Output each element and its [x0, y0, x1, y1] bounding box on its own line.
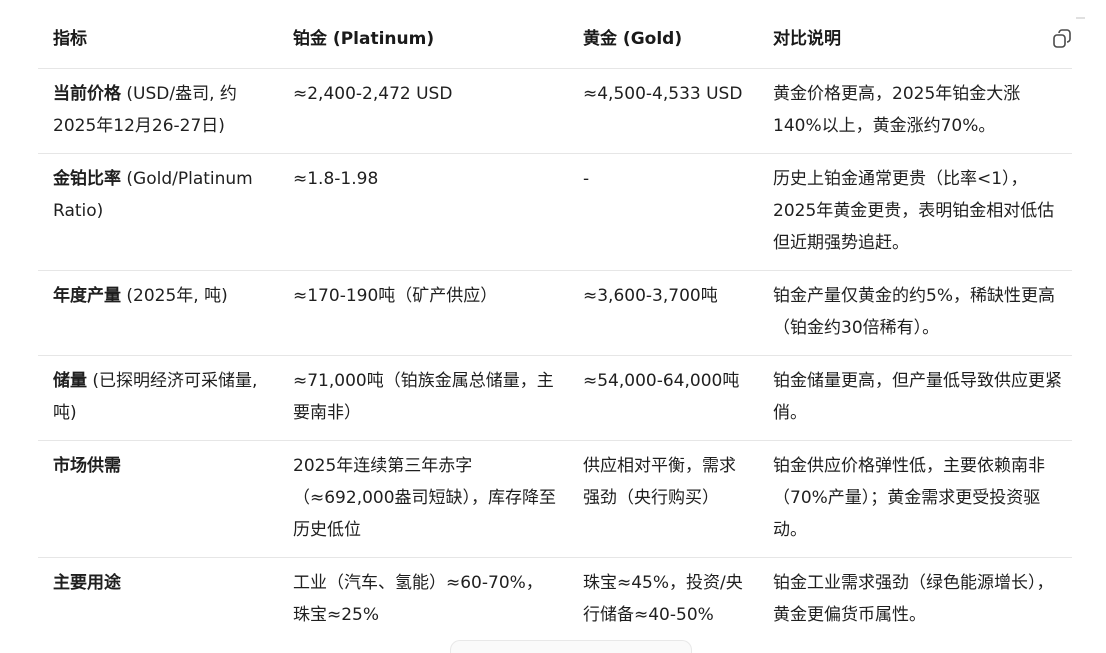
corner-mark-icon: [1074, 14, 1088, 33]
metric-name: 当前价格: [53, 84, 121, 104]
table-row: 储量 (已探明经济可采储量, 吨) ≈71,000吨（铂族金属总储量，主要南非）…: [38, 355, 1072, 441]
metric-cell: 主要用途: [38, 557, 278, 642]
metric-qualifier: (2025年, 吨): [121, 286, 228, 306]
metric-name: 储量: [53, 371, 87, 391]
gold-cell: 供应相对平衡，需求强劲（央行购买）: [568, 440, 758, 558]
metric-cell: 金铂比率 (Gold/Platinum Ratio): [38, 153, 278, 271]
gold-cell: ≈4,500-4,533 USD: [568, 68, 758, 154]
header-note: 对比说明: [773, 29, 841, 49]
metric-cell: 年度产量 (2025年, 吨): [38, 270, 278, 356]
platinum-cell: 2025年连续第三年赤字（≈692,000盎司短缺），库存降至历史低位: [278, 440, 568, 558]
header-platinum: 铂金 (Platinum): [293, 29, 435, 49]
metric-name: 年度产量: [53, 286, 121, 306]
note-cell: 铂金供应价格弹性低，主要依赖南非（70%产量）；黄金需求更受投资驱动。: [758, 440, 1072, 558]
platinum-cell: ≈170-190吨（矿产供应）: [278, 270, 568, 356]
metric-name: 金铂比率: [53, 169, 121, 189]
header-gold: 黄金 (Gold): [583, 29, 683, 49]
metric-cell: 储量 (已探明经济可采储量, 吨): [38, 355, 278, 441]
gold-cell: 珠宝≈45%，投资/央行储备≈40-50%: [568, 557, 758, 642]
table-row: 年度产量 (2025年, 吨) ≈170-190吨（矿产供应） ≈3,600-3…: [38, 270, 1072, 356]
comparison-table-container: 指标 铂金 (Platinum) 黄金 (Gold) 对比说明 当前价格 (US…: [38, 0, 1072, 642]
gold-cell: ≈54,000-64,000吨: [568, 355, 758, 441]
note-cell: 铂金工业需求强劲（绿色能源增长），黄金更偏货币属性。: [758, 557, 1072, 642]
platinum-cell: ≈2,400-2,472 USD: [278, 68, 568, 154]
table-header-row: 指标 铂金 (Platinum) 黄金 (Gold) 对比说明: [38, 0, 1072, 69]
gold-cell: -: [568, 153, 758, 271]
table-row: 金铂比率 (Gold/Platinum Ratio) ≈1.8-1.98 - 历…: [38, 153, 1072, 271]
platinum-cell: ≈71,000吨（铂族金属总储量，主要南非）: [278, 355, 568, 441]
metric-name: 主要用途: [53, 573, 121, 593]
platinum-cell: 工业（汽车、氢能）≈60-70%，珠宝≈25%: [278, 557, 568, 642]
metric-cell: 市场供需: [38, 440, 278, 558]
note-cell: 历史上铂金通常更贵（比率<1），2025年黄金更贵，表明铂金相对低估但近期强势追…: [758, 153, 1072, 271]
metric-name: 市场供需: [53, 456, 121, 476]
table-row: 当前价格 (USD/盎司, 约2025年12月26-27日) ≈2,400-2,…: [38, 68, 1072, 154]
note-cell: 黄金价格更高，2025年铂金大涨140%以上，黄金涨约70%。: [758, 68, 1072, 154]
platinum-cell: ≈1.8-1.98: [278, 153, 568, 271]
metric-cell: 当前价格 (USD/盎司, 约2025年12月26-27日): [38, 68, 278, 154]
table-row: 市场供需 2025年连续第三年赤字（≈692,000盎司短缺），库存降至历史低位…: [38, 440, 1072, 558]
gold-cell: ≈3,600-3,700吨: [568, 270, 758, 356]
note-cell: 铂金产量仅黄金的约5%，稀缺性更高（铂金约30倍稀有）。: [758, 270, 1072, 356]
comparison-table: 指标 铂金 (Platinum) 黄金 (Gold) 对比说明 当前价格 (US…: [38, 0, 1072, 642]
header-metric: 指标: [53, 29, 87, 49]
table-row: 主要用途 工业（汽车、氢能）≈60-70%，珠宝≈25% 珠宝≈45%，投资/央…: [38, 557, 1072, 642]
scroll-edge-overlay: [450, 640, 692, 653]
note-cell: 铂金储量更高，但产量低导致供应更紧俏。: [758, 355, 1072, 441]
